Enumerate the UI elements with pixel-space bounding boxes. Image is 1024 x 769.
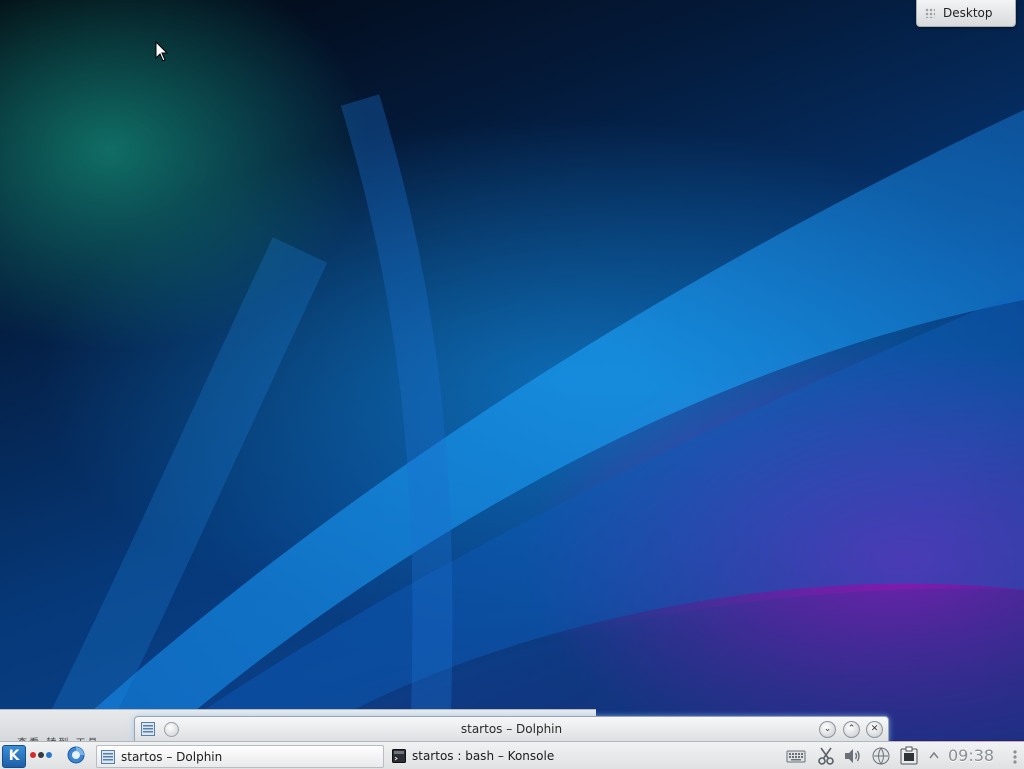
panel-toolbox-icon[interactable] xyxy=(1008,746,1022,766)
keyboard-icon[interactable] xyxy=(786,746,806,766)
terminal-icon xyxy=(392,748,406,763)
taskbar-item-label: startos : bash – Konsole xyxy=(412,748,555,763)
activity-dot-blue xyxy=(46,752,52,758)
desktop-background[interactable]: Desktop … 查看 转到 工具 startos – Dolphin ⌄ ⌃… xyxy=(0,0,1024,768)
activity-dot-dark xyxy=(38,752,44,758)
close-button[interactable]: ✕ xyxy=(866,721,883,738)
desktop-activity-toolbox[interactable]: Desktop xyxy=(916,0,1016,27)
bottom-panel: K startos – Dolphin startos : bash – Kon… xyxy=(0,741,1024,769)
activity-dot-red xyxy=(30,752,36,758)
digital-clock[interactable]: 09:38 xyxy=(948,746,1002,766)
toolbox-grip-icon xyxy=(925,8,935,18)
printer-icon[interactable] xyxy=(899,746,919,766)
volume-icon[interactable] xyxy=(843,746,863,766)
activity-manager-button[interactable] xyxy=(30,748,56,762)
taskbar-item-dolphin[interactable]: startos – Dolphin xyxy=(96,745,384,768)
maximize-button[interactable]: ⌃ xyxy=(843,721,860,738)
folder-icon xyxy=(101,749,115,764)
dolphin-titlebar[interactable]: startos – Dolphin ⌄ ⌃ ✕ xyxy=(134,716,889,743)
clipboard-scissors-icon[interactable] xyxy=(816,746,836,766)
desktop-activity-label: Desktop xyxy=(943,6,993,20)
web-browser-launcher-icon[interactable] xyxy=(67,746,85,764)
minimize-button[interactable]: ⌄ xyxy=(819,721,836,738)
network-icon[interactable] xyxy=(871,746,891,766)
window-title: startos – Dolphin xyxy=(460,722,563,736)
application-launcher-button[interactable]: K xyxy=(2,745,26,768)
wallpaper-waves xyxy=(43,94,1024,754)
tray-expand-icon[interactable] xyxy=(928,746,940,766)
mouse-cursor-icon xyxy=(155,41,169,62)
taskbar-item-label: startos – Dolphin xyxy=(121,749,223,764)
taskbar-item-konsole[interactable]: startos : bash – Konsole xyxy=(388,745,688,766)
